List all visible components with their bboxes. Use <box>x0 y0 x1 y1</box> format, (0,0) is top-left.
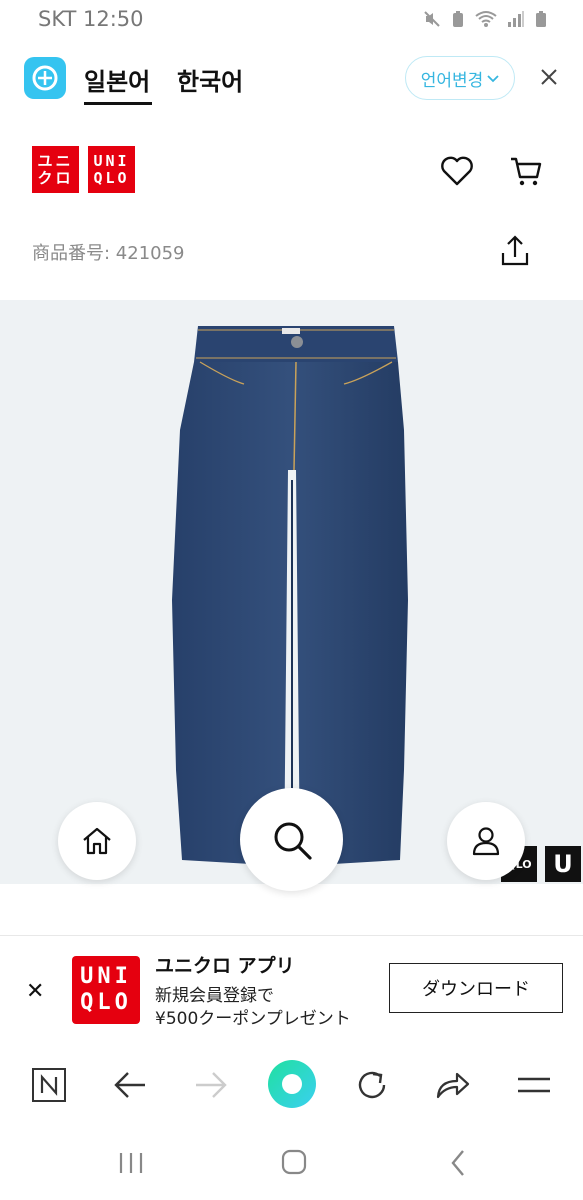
search-button[interactable] <box>240 788 343 891</box>
banner-line-1: 新規会員登録で <box>155 986 274 1006</box>
signal-icon <box>508 11 524 27</box>
translate-bar: 일본어 한국어 언어변경 <box>0 42 583 114</box>
translator-app-icon[interactable] <box>24 57 66 99</box>
battery-icon <box>536 11 546 27</box>
change-language-label: 언어변경 <box>420 70 484 91</box>
cart-icon[interactable] <box>508 153 544 189</box>
naver-button[interactable] <box>29 1065 69 1105</box>
system-nav-bar <box>0 1125 583 1200</box>
home-nav-icon[interactable] <box>274 1147 314 1179</box>
banner-title: ユニクロ アプリ <box>155 955 295 977</box>
heart-icon[interactable] <box>439 153 475 189</box>
user-icon <box>472 827 500 856</box>
active-tab-indicator <box>84 102 152 105</box>
banner-close-icon[interactable]: ✕ <box>26 979 44 1004</box>
chevron-down-icon <box>487 75 499 83</box>
forward-share-icon <box>436 1072 470 1099</box>
home-button[interactable] <box>58 802 136 880</box>
change-language-button[interactable]: 언어변경 <box>405 56 515 100</box>
green-dot-button[interactable] <box>266 1058 318 1110</box>
account-button[interactable] <box>447 802 525 880</box>
forward-button[interactable] <box>191 1065 231 1105</box>
forward-arrow-icon <box>196 1072 227 1098</box>
back-arrow-icon <box>114 1072 145 1098</box>
menu-button[interactable] <box>514 1065 554 1105</box>
status-bar: SKT 12:50 <box>0 0 583 42</box>
back-button[interactable] <box>110 1065 150 1105</box>
banner-line-2: ¥500クーポンプレゼント <box>155 1009 351 1029</box>
uniqlo-logo-katakana[interactable]: ユニ クロ <box>32 146 79 193</box>
status-time: SKT 12:50 <box>38 7 144 31</box>
browser-toolbar <box>0 1045 583 1125</box>
green-dot-icon <box>268 1060 316 1108</box>
search-icon <box>274 822 312 860</box>
refresh-button[interactable] <box>352 1065 392 1105</box>
share-page-button[interactable] <box>433 1065 473 1105</box>
share-icon[interactable] <box>497 233 533 269</box>
banner-uniqlo-logo: UNI QLO <box>72 956 140 1024</box>
download-label: ダウンロード <box>422 979 530 1000</box>
home-icon <box>83 827 111 855</box>
recent-apps-icon[interactable] <box>111 1147 151 1179</box>
menu-icon <box>518 1077 550 1093</box>
watermark-letter: U <box>545 846 581 882</box>
product-number: 商品番号: 421059 <box>32 243 185 264</box>
tab-korean[interactable]: 한국어 <box>177 62 243 97</box>
tab-japanese[interactable]: 일본어 <box>84 62 150 97</box>
battery-saver-icon <box>453 11 463 27</box>
naver-icon <box>32 1068 66 1102</box>
download-button[interactable]: ダウンロード <box>389 963 563 1013</box>
uniqlo-logo-latin[interactable]: UNI QLO <box>88 146 135 193</box>
mute-icon <box>424 11 440 27</box>
app-download-banner: ✕ UNI QLO ユニクロ アプリ 新規会員登録で ¥500クーポンプレゼント… <box>0 935 583 1037</box>
back-nav-icon[interactable] <box>438 1147 478 1179</box>
status-icons <box>423 10 547 28</box>
refresh-icon <box>358 1071 386 1099</box>
close-icon[interactable] <box>536 64 562 90</box>
wifi-icon <box>475 11 497 27</box>
